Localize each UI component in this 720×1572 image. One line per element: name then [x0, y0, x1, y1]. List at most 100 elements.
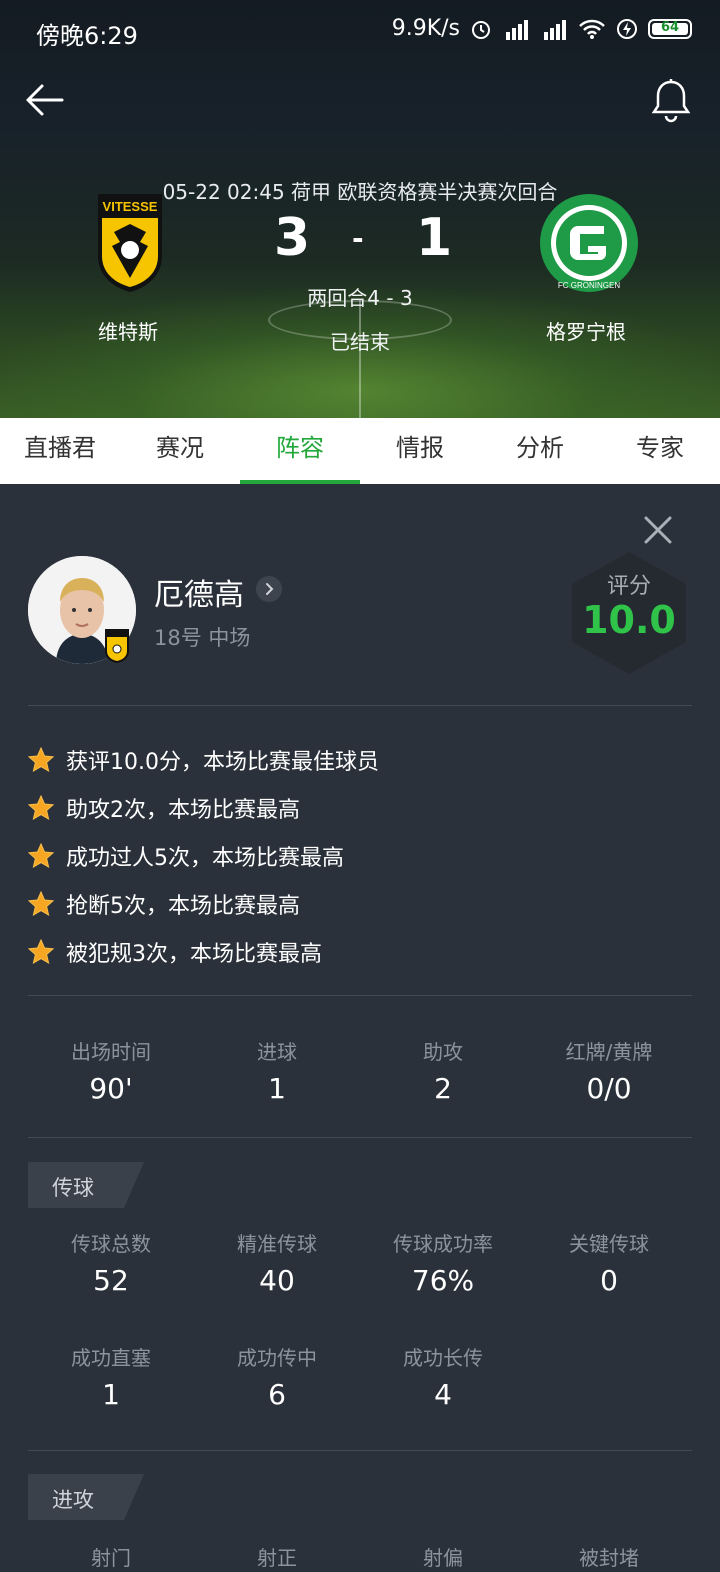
section-title-passing: 传球 — [52, 1176, 94, 1200]
score-separator: - — [352, 222, 364, 255]
stat-key-passes: 关键传球 0 — [526, 1228, 692, 1342]
divider — [28, 995, 692, 996]
stat-shots: 射门 — [28, 1542, 194, 1572]
divider — [28, 1137, 692, 1138]
club-badge-icon — [105, 629, 129, 663]
player-name[interactable]: 厄德高 — [154, 570, 244, 614]
signal-icon-2 — [540, 18, 568, 40]
stat-label: 助攻 — [423, 1040, 463, 1064]
away-team-name[interactable]: 格罗宁根 — [546, 316, 626, 345]
bell-icon[interactable] — [650, 78, 692, 124]
match-header: 傍晚6:29 9.9K/s 64 05-22 02:45 荷甲 欧联资格赛半决赛… — [0, 0, 720, 418]
stat-value: 6 — [268, 1378, 286, 1411]
stat-label: 关键传球 — [569, 1232, 649, 1256]
list-item: 获评10.0分，本场比赛最佳球员 — [28, 736, 692, 784]
stat-value: 4 — [434, 1378, 452, 1411]
tab-analysis[interactable]: 分析 — [480, 418, 600, 484]
star-icon — [28, 939, 54, 965]
tab-live[interactable]: 直播君 — [0, 418, 120, 484]
highlight-text: 抢断5次，本场比赛最高 — [66, 894, 300, 919]
stat-value: 0 — [600, 1264, 618, 1297]
star-icon — [28, 747, 54, 773]
tab-lineup[interactable]: 阵容 — [240, 418, 360, 484]
tab-intel[interactable]: 情报 — [360, 418, 480, 484]
stat-shots-off-target: 射偏 — [360, 1542, 526, 1572]
stat-crosses: 成功传中 6 — [194, 1342, 360, 1411]
stat-label: 射门 — [91, 1546, 131, 1570]
attack-stats: 射门 射正 射偏 被封堵 — [28, 1542, 692, 1572]
stat-label: 成功传中 — [237, 1346, 317, 1370]
tab-expert[interactable]: 专家 — [600, 418, 720, 484]
list-item: 抢断5次，本场比赛最高 — [28, 880, 692, 928]
stat-label: 成功长传 — [403, 1346, 483, 1370]
back-arrow-icon[interactable] — [22, 80, 66, 120]
stat-label: 精准传球 — [237, 1232, 317, 1256]
battery-icon: 64 — [648, 18, 692, 39]
close-icon[interactable] — [640, 512, 676, 548]
stat-shots-on-target: 射正 — [194, 1542, 360, 1572]
stat-minutes: 出场时间 90' — [28, 1036, 194, 1105]
summary-stats: 出场时间 90' 进球 1 助攻 2 红牌/黄牌 0/0 — [28, 1036, 692, 1105]
groningen-crest-icon[interactable]: FC GRONINGEN — [538, 192, 640, 294]
chevron-right-icon[interactable] — [256, 576, 282, 602]
status-time: 傍晚6:29 — [36, 22, 138, 50]
stat-through-balls: 成功直塞 1 — [28, 1342, 194, 1411]
divider — [28, 705, 692, 706]
stat-value: 76% — [411, 1264, 475, 1297]
stat-label: 传球总数 — [71, 1232, 151, 1256]
highlight-text: 获评10.0分，本场比赛最佳球员 — [66, 750, 379, 775]
stat-label: 传球成功率 — [393, 1232, 493, 1256]
stat-value: 1 — [102, 1378, 120, 1411]
status-bar: 傍晚6:29 9.9K/s 64 — [0, 0, 720, 62]
highlight-text: 被犯规3次，本场比赛最高 — [66, 942, 322, 967]
stat-value: 2 — [434, 1072, 452, 1105]
divider — [28, 1450, 692, 1451]
highlight-text: 助攻2次，本场比赛最高 — [66, 798, 300, 823]
stat-value: 1 — [268, 1072, 286, 1105]
stat-label: 射偏 — [423, 1546, 463, 1570]
section-title-attack: 进攻 — [52, 1488, 94, 1512]
highlight-text: 成功过人5次，本场比赛最高 — [66, 846, 344, 871]
stat-value: 40 — [259, 1264, 295, 1297]
list-item: 被犯规3次，本场比赛最高 — [28, 928, 692, 976]
stat-value: 0/0 — [586, 1072, 632, 1105]
charging-icon — [617, 18, 637, 39]
signal-icon-1 — [502, 18, 530, 40]
stat-blocked: 被封堵 — [526, 1542, 692, 1572]
stat-label: 射正 — [257, 1546, 297, 1570]
tab-bar: 直播君 赛况 阵容 情报 分析 专家 — [0, 418, 720, 484]
alarm-icon — [472, 20, 490, 39]
stat-label: 进球 — [257, 1040, 297, 1064]
stat-label: 出场时间 — [71, 1040, 151, 1064]
stat-accurate-passes: 精准传球 40 — [194, 1228, 360, 1342]
stat-label: 成功直塞 — [71, 1346, 151, 1370]
home-score: 3 — [274, 208, 311, 268]
battery-level: 64 — [660, 19, 680, 35]
vitesse-crest-icon[interactable]: VITESSE — [96, 192, 164, 294]
stat-value: 90' — [89, 1072, 133, 1105]
rating-value: 10.0 — [582, 598, 676, 642]
highlights-list: 获评10.0分，本场比赛最佳球员 助攻2次，本场比赛最高 成功过人5次，本场比赛… — [28, 736, 692, 976]
away-score: 1 — [416, 208, 453, 268]
stat-assists: 助攻 2 — [360, 1036, 526, 1105]
rating-label: 评分 — [606, 574, 651, 599]
stat-cards: 红牌/黄牌 0/0 — [526, 1036, 692, 1105]
passing-stats: 传球总数 52 精准传球 40 传球成功率 76% 关键传球 0 成功直塞 1 … — [28, 1228, 692, 1411]
stat-label: 红牌/黄牌 — [565, 1040, 653, 1064]
tab-match[interactable]: 赛况 — [120, 418, 240, 484]
aggregate-score: 两回合4 - 3 — [307, 286, 413, 310]
stat-goals: 进球 1 — [194, 1036, 360, 1105]
player-panel: 厄德高 18号 中场 评分 10.0 获评10.0分，本场比赛最佳球员 助攻2次… — [0, 484, 720, 1570]
list-item: 成功过人5次，本场比赛最高 — [28, 832, 692, 880]
stat-value: 52 — [93, 1264, 129, 1297]
player-meta: 18号 中场 — [154, 626, 251, 650]
status-icons: 9.9K/s 64 — [392, 16, 692, 41]
top-nav — [0, 62, 720, 138]
star-icon — [28, 891, 54, 917]
stat-label: 被封堵 — [579, 1546, 639, 1570]
star-icon — [28, 843, 54, 869]
stat-long-balls: 成功长传 4 — [360, 1342, 526, 1411]
wifi-icon — [579, 19, 605, 39]
vitesse-crest-text: VITESSE — [103, 199, 158, 214]
star-icon — [28, 795, 54, 821]
